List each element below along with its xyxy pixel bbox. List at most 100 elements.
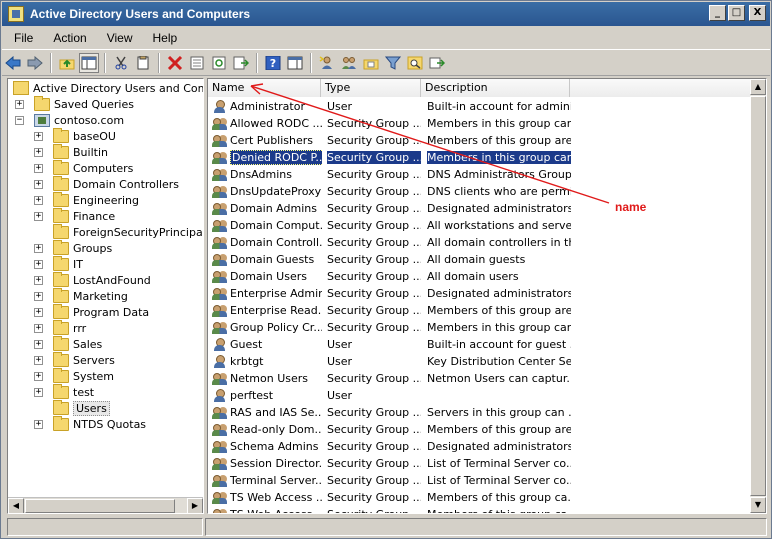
- menu-view[interactable]: View: [99, 31, 141, 45]
- table-row[interactable]: Group Policy Cr... Security Group ... Memb…: [208, 319, 751, 336]
- table-row[interactable]: Domain Comput... Security Group ... All wo…: [208, 217, 751, 234]
- tree-item-container[interactable]: + NTDS Quotas: [34, 415, 146, 432]
- column-header-type[interactable]: Type: [321, 79, 421, 97]
- add-to-group-icon[interactable]: [427, 53, 447, 73]
- table-row[interactable]: Session Director... Security Group ... Lis…: [208, 455, 751, 472]
- expand-toggle[interactable]: +: [34, 339, 43, 349]
- tree-item-container[interactable]: + rrr: [34, 319, 86, 336]
- collapse-toggle[interactable]: −: [15, 115, 24, 125]
- tree-item-container[interactable]: + Program Data: [34, 303, 149, 320]
- expand-toggle[interactable]: +: [34, 147, 43, 157]
- menu-action[interactable]: Action: [45, 31, 94, 45]
- filter-icon[interactable]: [383, 53, 403, 73]
- tree-item-container[interactable]: + Engineering: [34, 191, 139, 208]
- table-row[interactable]: Guest User Built-in account for guest ...: [208, 336, 751, 353]
- expand-toggle[interactable]: +: [34, 275, 43, 285]
- expand-toggle[interactable]: +: [34, 291, 43, 301]
- tree-item-container[interactable]: + Groups: [34, 239, 112, 256]
- close-button[interactable]: X: [749, 5, 766, 21]
- cut-icon[interactable]: [111, 53, 131, 73]
- tree-item-container[interactable]: + Builtin: [34, 143, 108, 160]
- scroll-thumb[interactable]: [750, 96, 766, 496]
- tree-item-container[interactable]: ForeignSecurityPrincipals: [34, 223, 203, 240]
- table-row[interactable]: Enterprise Read... Security Group ... Memb…: [208, 302, 751, 319]
- tree-item-container[interactable]: + Finance: [34, 207, 115, 224]
- new-ou-icon[interactable]: [361, 53, 381, 73]
- scroll-up-arrow-icon[interactable]: ▲: [750, 79, 766, 95]
- expand-toggle[interactable]: +: [34, 323, 43, 333]
- table-row[interactable]: Cert Publishers Security Group ... Members…: [208, 132, 751, 149]
- table-row-selected[interactable]: Denied RODC P... Security Group ... Member…: [208, 149, 751, 166]
- expand-toggle[interactable]: +: [15, 99, 24, 109]
- tree-item-container[interactable]: + Domain Controllers: [34, 175, 179, 192]
- title-bar[interactable]: Active Directory Users and Computers _ □…: [2, 2, 770, 26]
- menu-help[interactable]: Help: [145, 31, 186, 45]
- table-row[interactable]: Netmon Users Security Group ... Netmon Use…: [208, 370, 751, 387]
- new-group-icon[interactable]: [339, 53, 359, 73]
- table-row[interactable]: TS Web Access ... Security Group ... Membe…: [208, 489, 751, 506]
- console-tree[interactable]: Active Directory Users and Comput + Save…: [7, 78, 204, 514]
- tree-item-container[interactable]: + LostAndFound: [34, 271, 151, 288]
- table-row[interactable]: perftest User: [208, 387, 751, 404]
- table-row[interactable]: DnsUpdateProxy Security Group ... DNS clie…: [208, 183, 751, 200]
- expand-toggle[interactable]: +: [34, 163, 43, 173]
- tree-item-container[interactable]: + Computers: [34, 159, 133, 176]
- copy-icon[interactable]: [133, 53, 153, 73]
- expand-toggle[interactable]: +: [34, 307, 43, 317]
- table-row[interactable]: DnsAdmins Security Group ... DNS Administr…: [208, 166, 751, 183]
- tree-item-container[interactable]: + IT: [34, 255, 83, 272]
- tree-item-container[interactable]: + test: [34, 383, 94, 400]
- expand-toggle[interactable]: +: [34, 243, 43, 253]
- table-row[interactable]: Domain Controll... Security Group ... All …: [208, 234, 751, 251]
- table-row[interactable]: Domain Guests Security Group ... All domai…: [208, 251, 751, 268]
- menu-file[interactable]: File: [6, 31, 41, 45]
- forward-arrow-icon[interactable]: [25, 53, 45, 73]
- tree-horizontal-scrollbar[interactable]: ◀ ▶: [8, 497, 203, 513]
- column-header-description[interactable]: Description: [421, 79, 570, 97]
- column-header-name[interactable]: Name: [208, 79, 321, 97]
- table-row[interactable]: TS Web Access ... Security Group ... Membe…: [208, 506, 751, 513]
- table-row[interactable]: RAS and IAS Se... Security Group ... Serve…: [208, 404, 751, 421]
- expand-toggle[interactable]: +: [34, 371, 43, 381]
- export-list-icon[interactable]: [231, 53, 251, 73]
- list-vertical-scrollbar[interactable]: ▲ ▼: [750, 79, 766, 513]
- back-arrow-icon[interactable]: [3, 53, 23, 73]
- expand-toggle[interactable]: +: [34, 419, 43, 429]
- refresh-icon[interactable]: [209, 53, 229, 73]
- properties-icon[interactable]: [187, 53, 207, 73]
- expand-toggle[interactable]: +: [34, 387, 43, 397]
- table-row[interactable]: Domain Users Security Group ... All domain…: [208, 268, 751, 285]
- up-folder-icon[interactable]: [57, 53, 77, 73]
- find-icon[interactable]: [405, 53, 425, 73]
- expand-toggle[interactable]: +: [34, 211, 43, 221]
- scroll-left-arrow-icon[interactable]: ◀: [8, 498, 24, 513]
- tree-item-saved-queries[interactable]: + Saved Queries: [15, 95, 134, 112]
- tree-item-container[interactable]: + Marketing: [34, 287, 128, 304]
- tree-item-root[interactable]: Active Directory Users and Comput: [13, 80, 203, 96]
- expand-toggle[interactable]: +: [34, 179, 43, 189]
- table-row[interactable]: krbtgt User Key Distribution Center Se...: [208, 353, 751, 370]
- details-list[interactable]: Name Type Description Administrator User B…: [207, 78, 767, 514]
- delete-icon[interactable]: [165, 53, 185, 73]
- tree-item-container[interactable]: + Sales: [34, 335, 102, 352]
- tree-item-container[interactable]: + Servers: [34, 351, 115, 368]
- table-row[interactable]: Allowed RODC ... Security Group ... Member…: [208, 115, 751, 132]
- table-row[interactable]: Schema Admins Security Group ... Designate…: [208, 438, 751, 455]
- table-row[interactable]: Terminal Server... Security Group ... List…: [208, 472, 751, 489]
- expand-toggle[interactable]: +: [34, 131, 43, 141]
- show-hide-console-tree-icon[interactable]: [79, 52, 99, 73]
- scroll-down-arrow-icon[interactable]: ▼: [750, 497, 766, 513]
- minimize-button[interactable]: _: [709, 5, 726, 21]
- tree-item-container[interactable]: + System: [34, 367, 114, 384]
- expand-toggle[interactable]: +: [34, 195, 43, 205]
- tree-item-container[interactable]: + baseOU: [34, 127, 116, 144]
- maximize-button[interactable]: □: [728, 5, 745, 21]
- scroll-thumb[interactable]: [25, 499, 175, 513]
- new-user-icon[interactable]: [317, 53, 337, 73]
- scroll-right-arrow-icon[interactable]: ▶: [187, 498, 203, 513]
- expand-toggle[interactable]: +: [34, 259, 43, 269]
- show-action-pane-icon[interactable]: [285, 53, 305, 73]
- table-row[interactable]: Domain Admins Security Group ... Designate…: [208, 200, 751, 217]
- table-row[interactable]: Read-only Dom... Security Group ... Member…: [208, 421, 751, 438]
- tree-item-users-selected[interactable]: Users: [34, 399, 110, 416]
